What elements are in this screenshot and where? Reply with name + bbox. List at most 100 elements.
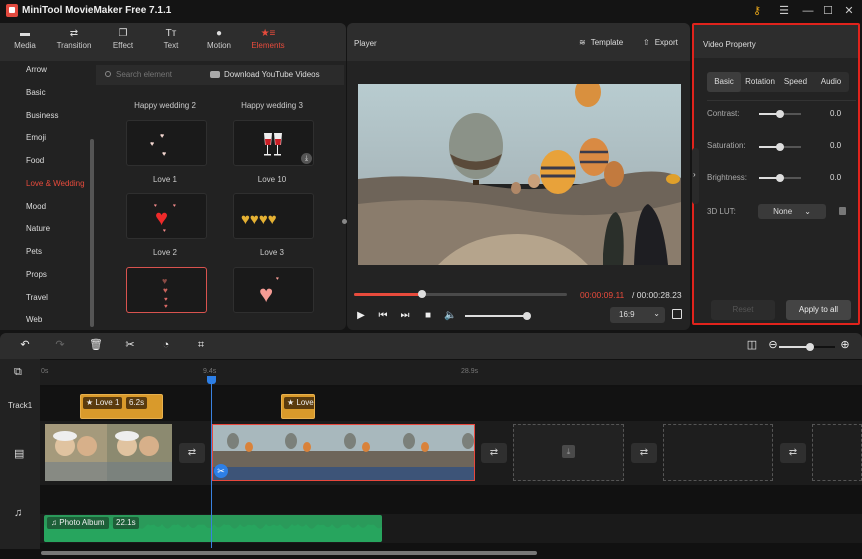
volume-thumb[interactable] [523, 312, 531, 320]
delete-icon[interactable]: 🗑 [89, 338, 103, 352]
reset-button[interactable]: Reset [711, 300, 775, 320]
close-icon[interactable]: ✕ [841, 3, 857, 19]
tab-rotation[interactable]: Rotation [742, 72, 778, 92]
undo-icon[interactable]: ↶ [18, 338, 32, 352]
collapse-panel-handle[interactable]: › [692, 148, 699, 204]
tab-speed[interactable]: Speed [779, 72, 812, 92]
category-love-wedding[interactable]: Love & Wedding [26, 179, 85, 188]
zoom-thumb[interactable] [805, 343, 814, 351]
category-business[interactable]: Business [26, 111, 58, 120]
slider-thumb[interactable] [776, 143, 784, 151]
category-food[interactable]: Food [26, 156, 44, 165]
saturation-slider[interactable] [759, 143, 801, 151]
trash-icon[interactable] [839, 207, 846, 215]
element-card-love-1[interactable]: ♥ ♥ ♥ ♥ [126, 193, 207, 239]
playhead-handle[interactable] [207, 376, 216, 384]
category-nature[interactable]: Nature [26, 224, 50, 233]
next-frame-icon[interactable]: ⏭ [399, 310, 411, 322]
lut-select[interactable]: None ⌄ [758, 204, 826, 219]
category-emoji[interactable]: Emoji [26, 133, 46, 142]
fullscreen-icon[interactable] [672, 309, 682, 319]
volume-slider[interactable] [465, 312, 531, 320]
video-clip-balloons[interactable]: ✂ [212, 424, 475, 481]
contrast-slider[interactable] [759, 110, 801, 118]
transition-slot-button[interactable]: ⇄ [631, 443, 657, 463]
clip-name: Love [296, 398, 314, 407]
tab-motion[interactable]: ● Motion [194, 27, 244, 59]
maximize-icon[interactable]: ☐ [820, 3, 836, 19]
category-scrollbar[interactable] [90, 139, 94, 327]
tab-effect[interactable]: ❐ Effect [98, 27, 148, 59]
download-youtube-link[interactable]: Download YouTube Videos [210, 70, 320, 79]
element-card-happy-wedding-3[interactable]: ⤓ [233, 120, 314, 166]
element-card-love-3[interactable]: ♥ ♥ [233, 267, 314, 313]
search-input[interactable] [116, 70, 196, 79]
category-basic[interactable]: Basic [26, 88, 46, 97]
add-track-icon[interactable]: ⧉ [14, 366, 22, 379]
tab-elements[interactable]: ★≡ Elements [243, 27, 293, 59]
transition-slot-button[interactable]: ⇄ [481, 443, 507, 463]
play-icon[interactable]: ▶ [355, 310, 367, 322]
tab-basic[interactable]: Basic [707, 72, 741, 92]
category-pets[interactable]: Pets [26, 247, 42, 256]
slider-thumb[interactable] [776, 174, 784, 182]
element-clip-love-1[interactable]: ★ Love 1 6.2s [80, 394, 163, 419]
element-card-happy-wedding-2[interactable]: ♥ ♥ ♥ [126, 120, 207, 166]
video-preview[interactable] [358, 84, 681, 265]
video-clip-people[interactable] [45, 424, 172, 481]
crop-icon[interactable]: ⌗ [194, 338, 208, 352]
tab-audio[interactable]: Audio [813, 72, 849, 92]
category-arrow[interactable]: Arrow [26, 65, 47, 74]
element-clip-love[interactable]: ★ Love [281, 394, 315, 419]
slider-thumb[interactable] [776, 110, 784, 118]
zoom-out-icon[interactable]: ⊖ [766, 338, 780, 352]
tab-text[interactable]: Tт Text [146, 27, 196, 59]
playback-progress-slider[interactable] [354, 290, 567, 298]
category-props[interactable]: Props [26, 270, 47, 279]
aspect-ratio-value: 16:9 [619, 310, 635, 319]
time-ruler[interactable]: 0s 9.4s 28.9s [40, 360, 862, 385]
svg-text:♥: ♥ [162, 276, 167, 286]
balloon-scene-image [358, 84, 681, 265]
category-mood[interactable]: Mood [26, 202, 46, 211]
category-web[interactable]: Web [26, 315, 42, 324]
empty-media-slot[interactable] [663, 424, 773, 481]
timeline-zoom-slider[interactable] [779, 343, 835, 351]
element-card-love-10[interactable]: ♥♥♥♥ [233, 193, 314, 239]
split-icon[interactable]: ✂ [123, 338, 137, 352]
film-icon: ▤ [14, 448, 25, 460]
export-button[interactable]: ⇧ Export [643, 38, 678, 47]
tab-transition[interactable]: ⇄ Transition [49, 27, 99, 59]
category-travel[interactable]: Travel [26, 293, 48, 302]
minimize-icon[interactable]: — [800, 3, 816, 19]
redo-icon[interactable]: ↷ [53, 338, 67, 352]
audio-clip-photo-album[interactable]: ♫ Photo Album 22.1s [44, 515, 382, 542]
key-icon[interactable]: ⚷ [749, 3, 765, 19]
previous-frame-icon[interactable]: ⏮ [377, 310, 389, 322]
aspect-ratio-select[interactable]: 16:9 ⌄ [610, 307, 665, 323]
transition-slot-button[interactable]: ⇄ [780, 443, 806, 463]
youtube-icon [210, 71, 220, 78]
progress-thumb[interactable] [418, 290, 427, 298]
element-card-love-2[interactable]: ♥ ♥ ♥ ♥ [126, 267, 207, 313]
menu-icon[interactable]: ☰ [776, 3, 792, 19]
youtube-link-label: Download YouTube Videos [224, 70, 320, 79]
stop-icon[interactable]: ■ [422, 310, 434, 322]
volume-icon[interactable]: 🔈 [444, 310, 456, 322]
title-bar: MiniTool MovieMaker Free 7.1.1 ⚷ ☰ — ☐ ✕ [0, 0, 862, 22]
empty-media-slot[interactable]: ⤓ [513, 424, 624, 481]
fit-timeline-icon[interactable]: ◫ [745, 338, 759, 352]
template-button[interactable]: ≋ Template [579, 38, 623, 47]
divider [707, 100, 856, 101]
speed-icon[interactable]: ◔ [159, 338, 173, 352]
zoom-in-icon[interactable]: ⊕ [838, 338, 852, 352]
brightness-slider[interactable] [759, 174, 801, 182]
download-icon[interactable]: ⤓ [301, 153, 312, 164]
apply-to-all-button[interactable]: Apply to all [786, 300, 851, 320]
svg-text:♥: ♥ [154, 203, 157, 209]
split-marker-icon[interactable]: ✂ [214, 464, 228, 478]
timeline-horizontal-scrollbar[interactable] [41, 551, 537, 555]
transition-slot-button[interactable]: ⇄ [179, 443, 205, 463]
tab-media[interactable]: ▬ Media [0, 27, 50, 59]
empty-media-slot[interactable] [812, 424, 862, 481]
